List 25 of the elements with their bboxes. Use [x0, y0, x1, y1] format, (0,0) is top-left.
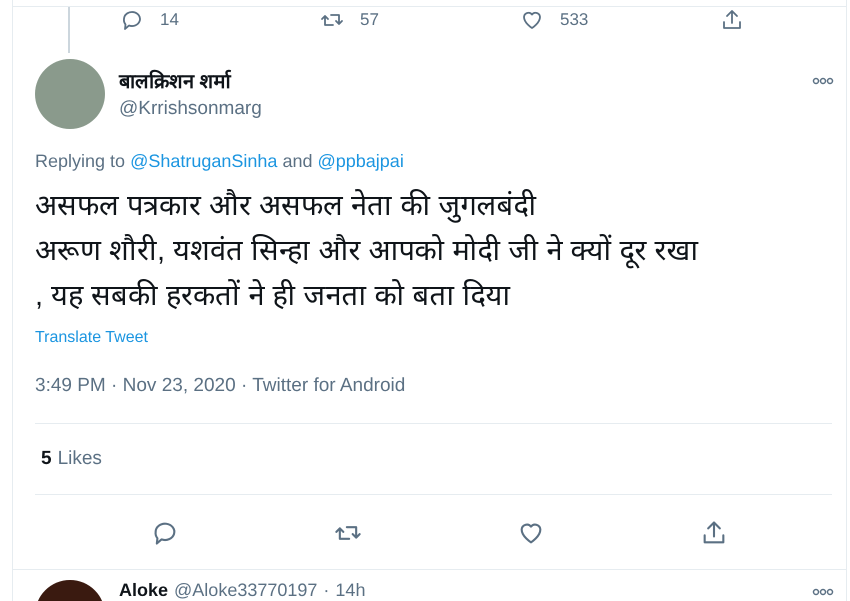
tweet-text-line: अरूण शौरी, यशवंत सिन्हा और आपको मोदी जी ने क्यों दूर रखा — [35, 233, 700, 270]
mention-link[interactable]: @ShatruganSinha — [130, 151, 278, 172]
share-icon[interactable] — [720, 8, 744, 32]
action-count: 14 — [160, 10, 179, 30]
tweet-text-line: , यह सबकी हरकतों ने ही जनता को बता दिया — [35, 278, 512, 314]
mention-link[interactable]: @ppbajpai — [317, 151, 404, 172]
reply-author-name[interactable]: Aloke — [119, 580, 168, 601]
translate-link[interactable]: Translate Tweet — [35, 329, 148, 347]
more-icon[interactable] — [812, 77, 834, 85]
reply-time: 14h — [335, 580, 366, 601]
action-count: 533 — [560, 10, 588, 30]
separator-dot: · — [323, 580, 330, 601]
thread-line — [68, 7, 70, 53]
reply-icon[interactable] — [120, 8, 144, 32]
reply-author-handle[interactable]: @Aloke33770197 — [174, 580, 318, 601]
likes-count[interactable]: 5 — [41, 448, 52, 470]
more-icon[interactable] — [812, 588, 834, 596]
tweet-timestamp[interactable]: 3:49 PM · Nov 23, 2020 · Twitter for Android — [35, 375, 406, 396]
author-name[interactable]: बालक्रिशन शर्मा — [119, 67, 812, 94]
likes-label[interactable]: Likes — [58, 448, 102, 470]
action-count: 57 — [360, 10, 379, 30]
replying-joiner: and — [282, 151, 312, 172]
replying-label: Replying to — [35, 151, 126, 172]
tweet-text-line: असफल पत्रकार और असफल नेता की जुगलबंदी — [35, 188, 538, 225]
author-handle[interactable]: @Krrishsonmarg — [119, 98, 812, 120]
